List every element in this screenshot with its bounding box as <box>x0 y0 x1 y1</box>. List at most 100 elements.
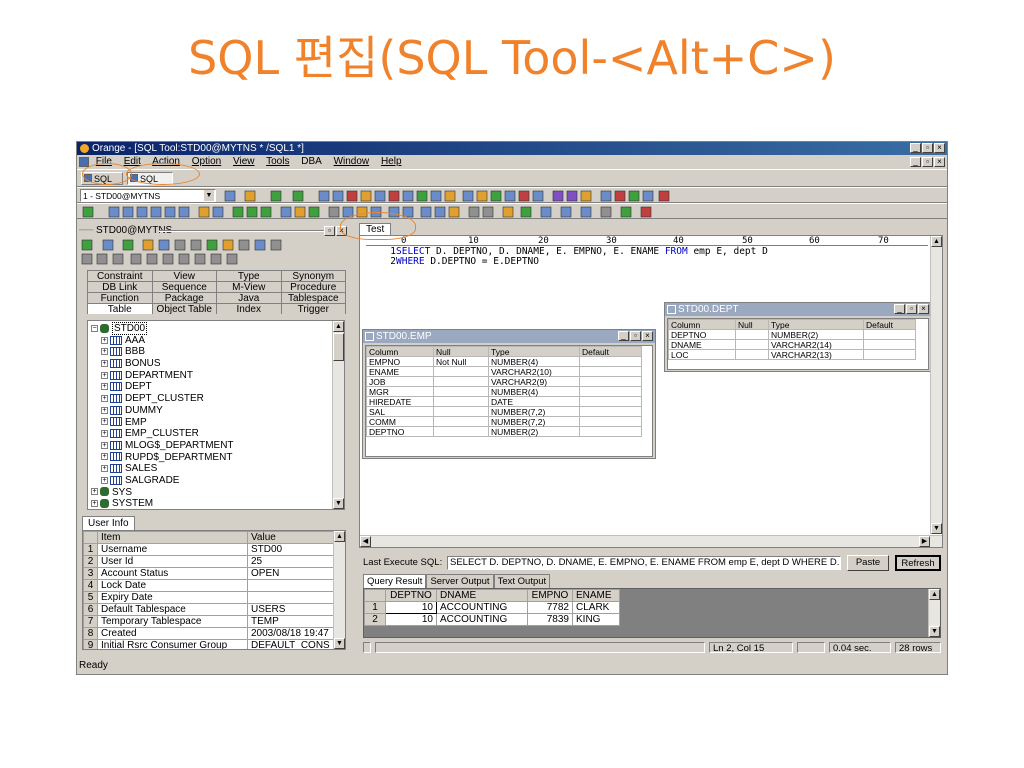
table-row[interactable]: 3 Account Status OPEN <box>83 567 336 580</box>
close-button[interactable]: × <box>934 143 945 153</box>
tab-user-info[interactable]: User Info <box>82 516 135 530</box>
table-row[interactable]: 6 Default Tablespace USERS <box>83 603 336 616</box>
last-execute-sql-field[interactable]: SELECT D. DEPTNO, D. DNAME, E. EMPNO, E.… <box>447 556 841 570</box>
tab-java[interactable]: Java <box>216 292 282 304</box>
tree-table[interactable]: + SALES <box>91 463 344 475</box>
table-row[interactable]: ENAME VARCHAR2(10) <box>366 366 642 377</box>
scroll-down-icon[interactable]: ▼ <box>334 638 345 649</box>
dept-window-titlebar[interactable]: STD00.DEPT _ ▫ × <box>665 303 931 316</box>
scroll-up-icon[interactable]: ▲ <box>929 589 940 600</box>
menu-dba[interactable]: DBA <box>301 156 322 167</box>
expand-icon[interactable]: + <box>101 453 108 461</box>
doc-close-button[interactable]: × <box>934 157 945 167</box>
tree-user[interactable]: + SYSTEM <box>91 498 344 509</box>
tree-table[interactable]: + DEPARTMENT <box>91 370 344 382</box>
toolbar-edit-icons[interactable] <box>81 206 941 218</box>
scroll-up-icon[interactable]: ▲ <box>333 321 344 332</box>
expand-icon[interactable]: + <box>101 348 108 356</box>
tab-object-table[interactable]: Object Table <box>151 303 217 315</box>
table-row[interactable]: 1 10 ACCOUNTING 7782 CLARK <box>364 601 620 614</box>
tree-table[interactable]: + MLOG$_DEPARTMENT <box>91 440 344 452</box>
tab-package[interactable]: Package <box>151 292 217 304</box>
tree-table[interactable]: + AAA <box>91 335 344 347</box>
tab-sequence[interactable]: Sequence <box>151 281 217 293</box>
tree-table[interactable]: + BONUS <box>91 358 344 370</box>
tab-db-link[interactable]: DB Link <box>87 281 153 293</box>
expand-icon[interactable]: + <box>101 394 108 402</box>
tab-constraint[interactable]: Constraint <box>87 270 153 282</box>
schema-toolbar-icons[interactable] <box>81 239 343 267</box>
table-row[interactable]: 9 Initial Rsrc Consumer Group DEFAULT_CONS <box>83 639 336 649</box>
restore-button[interactable]: ▫ <box>630 331 641 341</box>
connection-select[interactable]: 1 - STD00@MYTNS ▼ <box>80 189 216 202</box>
scroll-down-icon[interactable]: ▼ <box>931 523 942 534</box>
tree-table[interactable]: + RUPD$_DEPARTMENT <box>91 452 344 464</box>
editor-hscrollbar[interactable]: ◀ ▶ <box>360 535 942 547</box>
toolbar-icons[interactable] <box>223 190 938 202</box>
table-row[interactable]: DNAME VARCHAR2(14) <box>668 339 916 350</box>
expand-icon[interactable]: + <box>101 418 108 426</box>
tab-view[interactable]: View <box>151 270 217 282</box>
doc-restore-button[interactable]: ▫ <box>922 157 933 167</box>
scroll-thumb[interactable] <box>333 333 344 361</box>
table-row[interactable]: MGR NUMBER(4) <box>366 386 642 397</box>
tab-text-output[interactable]: Text Output <box>493 574 551 588</box>
expand-icon[interactable]: + <box>101 476 108 484</box>
tree-table[interactable]: + BBB <box>91 346 344 358</box>
expand-icon[interactable]: + <box>91 488 98 496</box>
tab-trigger[interactable]: Trigger <box>280 303 346 315</box>
close-button[interactable]: × <box>918 304 929 314</box>
restore-button[interactable]: ▫ <box>922 143 933 153</box>
scroll-up-icon[interactable]: ▲ <box>334 531 345 542</box>
close-button[interactable]: × <box>642 331 653 341</box>
refresh-button[interactable]: Refresh <box>895 555 941 571</box>
scroll-up-icon[interactable]: ▲ <box>931 236 942 247</box>
table-row[interactable]: HIREDATE DATE <box>366 396 642 407</box>
emp-window-titlebar[interactable]: STD00.EMP _ ▫ × <box>363 330 655 343</box>
table-row[interactable]: 4 Lock Date <box>83 579 336 592</box>
tab-table[interactable]: Table <box>87 303 153 315</box>
table-row[interactable]: 8 Created 2003/08/18 19:47 <box>83 627 336 640</box>
expand-icon[interactable]: + <box>101 359 108 367</box>
menu-view[interactable]: View <box>233 156 255 167</box>
tree-table[interactable]: + DEPT_CLUSTER <box>91 393 344 405</box>
expand-icon[interactable]: + <box>101 430 108 438</box>
paste-button[interactable]: Paste <box>847 555 889 571</box>
col-deptno[interactable]: DEPTNO <box>385 589 437 602</box>
table-row[interactable]: 7 Temporary Tablespace TEMP <box>83 615 336 628</box>
tree-table[interactable]: + DEPT <box>91 381 344 393</box>
tab-tablespace[interactable]: Tablespace <box>280 292 346 304</box>
tree-root[interactable]: − STD00 <box>91 322 344 335</box>
menu-tools[interactable]: Tools <box>266 156 289 167</box>
col-dname[interactable]: DNAME <box>436 589 528 602</box>
tab-type[interactable]: Type <box>216 270 282 282</box>
tab-synonym[interactable]: Synonym <box>280 270 346 282</box>
editor-vscrollbar[interactable]: ▲ ▼ <box>930 236 942 534</box>
scroll-down-icon[interactable]: ▼ <box>929 626 940 637</box>
user-info-scrollbar[interactable]: ▲ ▼ <box>333 531 345 649</box>
menu-option[interactable]: Option <box>192 156 221 167</box>
tree-table[interactable]: + EMP <box>91 417 344 429</box>
tree-user[interactable]: + SYS <box>91 487 344 499</box>
expand-icon[interactable]: + <box>101 406 108 414</box>
result-scrollbar[interactable]: ▲ ▼ <box>928 589 940 637</box>
expand-icon[interactable]: + <box>101 383 108 391</box>
scroll-down-icon[interactable]: ▼ <box>333 498 344 509</box>
table-row[interactable]: DEPTNO NUMBER(2) <box>668 329 916 340</box>
table-row[interactable]: 2 10 ACCOUNTING 7839 KING <box>364 613 620 626</box>
col-value[interactable]: Value <box>247 531 336 544</box>
tree-table[interactable]: + EMP_CLUSTER <box>91 428 344 440</box>
emp-table-window[interactable]: STD00.EMP _ ▫ × Column Null Type Default EMPN… <box>362 329 656 459</box>
tab-server-output[interactable]: Server Output <box>426 574 494 588</box>
tab-function[interactable]: Function <box>87 292 153 304</box>
tab-query-result[interactable]: Query Result <box>363 574 427 588</box>
table-row[interactable]: DEPTNO NUMBER(2) <box>366 426 642 437</box>
tree-table[interactable]: + SALGRADE <box>91 475 344 487</box>
restore-button[interactable]: ▫ <box>906 304 917 314</box>
expand-icon[interactable]: + <box>101 465 108 473</box>
col-empno[interactable]: EMPNO <box>527 589 573 602</box>
table-row[interactable]: 1 Username STD00 <box>83 543 336 556</box>
tab-procedure[interactable]: Procedure <box>280 281 346 293</box>
scroll-left-icon[interactable]: ◀ <box>360 536 371 547</box>
table-row[interactable]: EMPNO Not Null NUMBER(4) <box>366 356 642 367</box>
